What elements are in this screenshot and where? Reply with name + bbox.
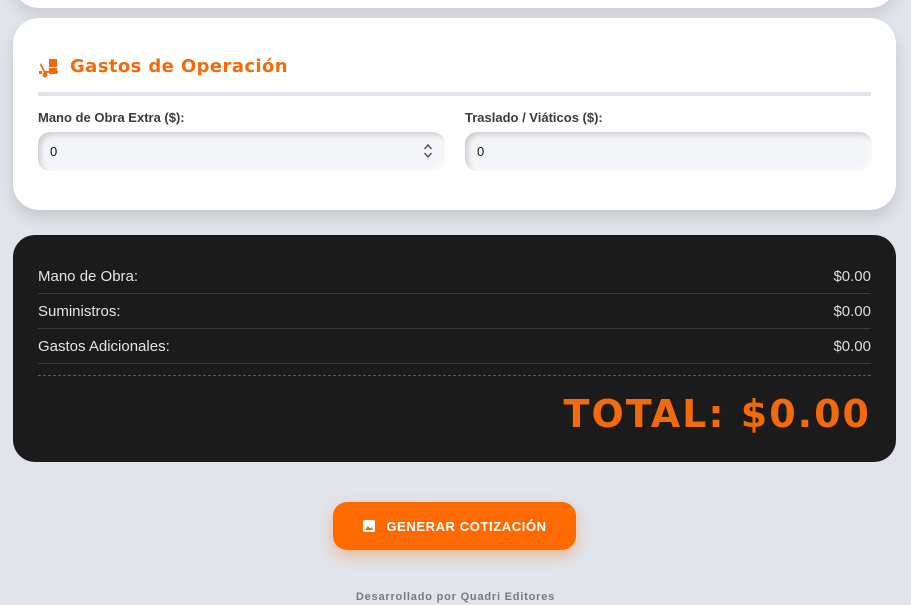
- summary-row-value: $0.00: [833, 337, 871, 355]
- number-spinner-icon[interactable]: [423, 142, 433, 160]
- summary-row-label: Mano de Obra:: [38, 267, 139, 285]
- travel-expenses-label: Traslado / Viáticos ($):: [465, 110, 603, 125]
- image-icon: [363, 520, 376, 532]
- travel-expenses-field: Traslado / Viáticos ($): 0: [465, 110, 872, 171]
- generate-quote-label: GENERAR COTIZACIÓN: [386, 518, 547, 534]
- summary-row-supplies: Suministros: $0.00: [38, 294, 871, 329]
- summary-row-labor: Mano de Obra: $0.00: [38, 259, 871, 294]
- generate-quote-button[interactable]: GENERAR COTIZACIÓN: [333, 502, 576, 550]
- extra-labor-field: Mano de Obra Extra ($): 0: [38, 110, 445, 171]
- footer-credit: Desarrollado por Quadri Editores: [355, 591, 556, 603]
- summary-row-value: $0.00: [833, 267, 871, 285]
- extra-labor-input[interactable]: 0: [38, 132, 445, 171]
- extra-labor-label: Mano de Obra Extra ($):: [38, 110, 185, 125]
- summary-row-label: Gastos Adicionales:: [38, 337, 170, 355]
- operations-title: Gastos de Operación: [70, 56, 288, 77]
- operations-card-header: Gastos de Operación: [38, 56, 871, 96]
- summary-row-additional: Gastos Adicionales: $0.00: [38, 329, 871, 364]
- summary-row-value: $0.00: [833, 302, 871, 320]
- dashed-divider: [38, 375, 871, 376]
- travel-expenses-value: 0: [477, 144, 485, 159]
- travel-expenses-input[interactable]: 0: [465, 132, 872, 171]
- cost-summary-panel: Mano de Obra: $0.00 Suministros: $0.00 G…: [13, 235, 896, 462]
- total-amount: TOTAL: $0.00: [563, 392, 871, 436]
- extra-labor-value: 0: [50, 144, 58, 159]
- operations-card: Gastos de Operación Mano de Obra Extra (…: [13, 18, 896, 210]
- truck-loading-icon: [39, 59, 58, 78]
- previous-card-bottom: [13, 0, 896, 8]
- summary-row-label: Suministros:: [38, 302, 121, 320]
